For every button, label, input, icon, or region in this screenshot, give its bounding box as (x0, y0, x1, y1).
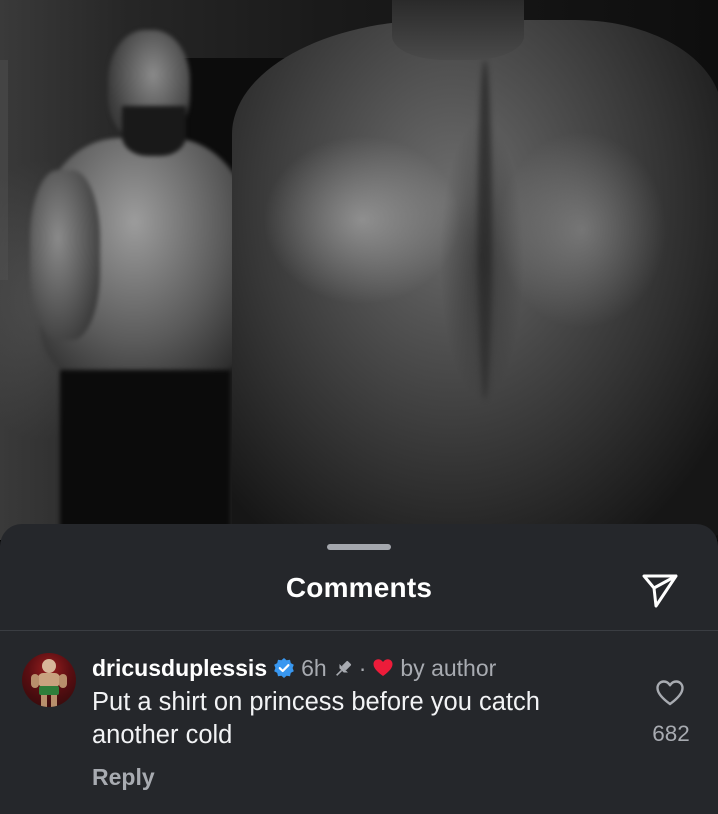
reply-button[interactable]: Reply (92, 764, 155, 791)
verified-badge-icon (273, 657, 295, 679)
sheet-divider (0, 630, 718, 631)
author-liked-heart-icon (372, 657, 394, 679)
comment-text: Put a shirt on princess before you catch… (92, 688, 540, 749)
background-person-shorts (60, 370, 230, 540)
wall-edge (0, 60, 8, 280)
comment-item: dricusduplessis 6h · by author Put a shi… (0, 644, 718, 814)
avatar-image (31, 659, 67, 707)
liked-by-author-label: by author (400, 654, 497, 681)
sheet-title: Comments (285, 572, 433, 603)
post-image (0, 0, 718, 540)
pin-icon (333, 658, 353, 678)
comments-sheet: Comments dricusduplessis 6h · by author … (0, 524, 718, 814)
foreground-person-back (232, 20, 718, 540)
sheet-drag-handle[interactable] (327, 544, 391, 550)
avatar[interactable] (22, 653, 76, 707)
like-count: 682 (652, 721, 690, 746)
foreground-spine-shadow (478, 60, 492, 400)
comment-time: 6h (301, 654, 327, 681)
meta-separator: · (358, 654, 367, 681)
background-person-beard (122, 106, 186, 156)
foreground-person-neck (392, 0, 524, 60)
share-button[interactable] (638, 570, 682, 610)
paper-plane-icon (642, 574, 678, 608)
like-button[interactable] (654, 677, 686, 709)
heart-outline-icon (656, 680, 684, 706)
comment-meta: dricusduplessis 6h · by author (92, 653, 496, 683)
background-person-arm (30, 170, 100, 340)
comment-username[interactable]: dricusduplessis (92, 655, 267, 682)
